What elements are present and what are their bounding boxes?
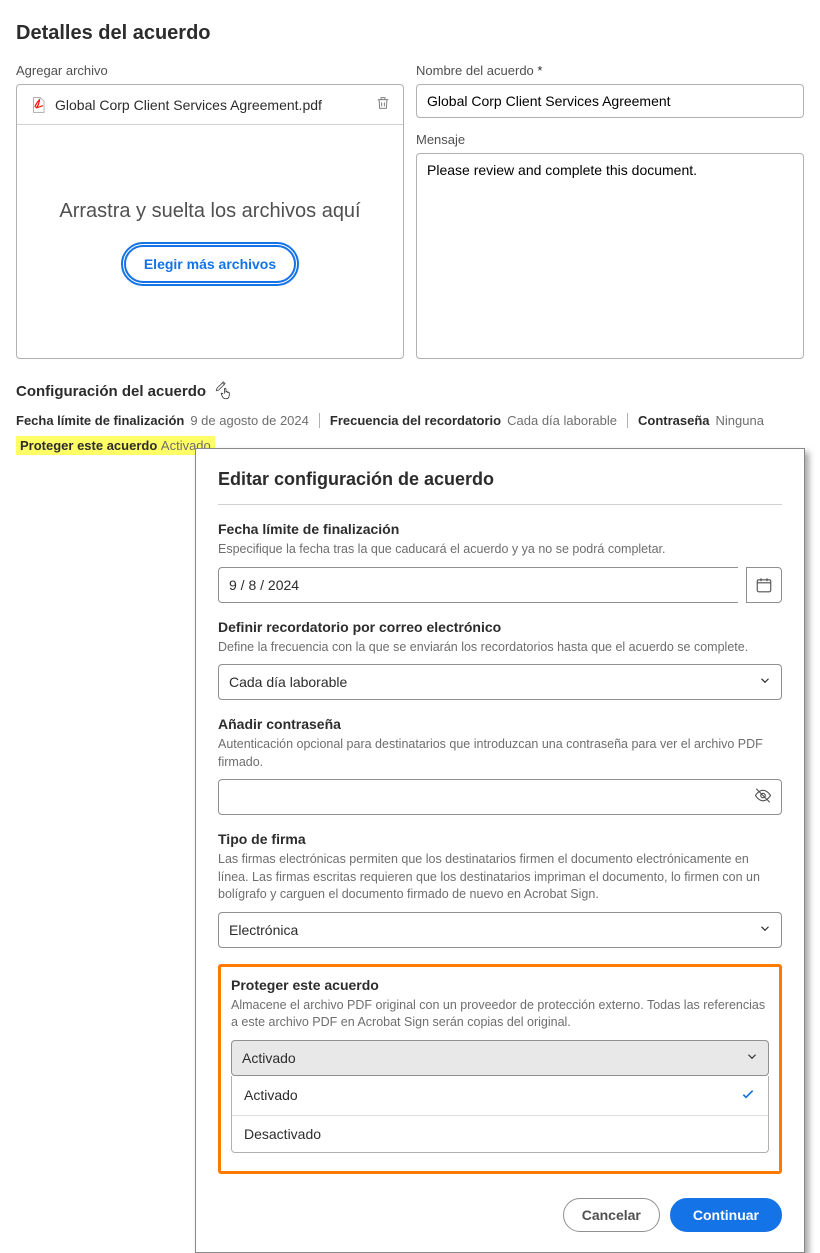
vault-label: Proteger este acuerdo: [231, 977, 769, 993]
cancel-button[interactable]: Cancelar: [563, 1198, 660, 1232]
check-icon: [740, 1086, 756, 1105]
file-dropzone[interactable]: Global Corp Client Services Agreement.pd…: [16, 84, 404, 359]
drop-text: Arrastra y suelta los archivos aquí: [59, 200, 360, 223]
message-textarea[interactable]: [416, 153, 804, 359]
password-input[interactable]: [218, 779, 782, 815]
vault-select[interactable]: Activado: [231, 1040, 769, 1076]
password-desc: Autenticación opcional para destinatario…: [218, 736, 782, 771]
agreement-name-input[interactable]: [416, 84, 804, 118]
continue-button[interactable]: Continuar: [670, 1198, 782, 1232]
vault-highlight-box: Proteger este acuerdo Almacene el archiv…: [218, 964, 782, 1174]
file-row: Global Corp Client Services Agreement.pd…: [17, 85, 403, 125]
deadline-label: Fecha límite de finalización: [218, 521, 782, 537]
password-label: Añadir contraseña: [218, 716, 782, 732]
pdf-icon: [29, 96, 47, 114]
deadline-desc: Especifique la fecha tras la que caducar…: [218, 541, 782, 559]
cursor-hand-icon: [219, 385, 233, 406]
config-heading: Configuración del acuerdo: [16, 383, 206, 400]
vault-desc: Almacene el archivo PDF original con un …: [231, 997, 769, 1032]
trash-icon[interactable]: [375, 95, 391, 114]
vault-option-activado[interactable]: Activado: [232, 1076, 768, 1116]
config-summary-row1: Fecha límite de finalización9 de agosto …: [16, 413, 804, 428]
sigtype-select[interactable]: Electrónica: [218, 912, 782, 948]
reminder-desc: Define la frecuencia con la que se envia…: [218, 639, 782, 657]
eye-off-icon[interactable]: [754, 787, 772, 808]
drop-area[interactable]: Arrastra y suelta los archivos aquí Eleg…: [17, 125, 403, 358]
file-name: Global Corp Client Services Agreement.pd…: [55, 97, 375, 113]
vault-option-desactivado[interactable]: Desactivado: [232, 1116, 768, 1152]
deadline-input[interactable]: 9 / 8 / 2024: [218, 567, 738, 603]
page-title: Detalles del acuerdo: [16, 22, 804, 45]
sigtype-label: Tipo de firma: [218, 831, 782, 847]
calendar-button[interactable]: [746, 567, 782, 603]
choose-files-button[interactable]: Elegir más archivos: [124, 245, 296, 283]
agreement-name-label: Nombre del acuerdo *: [416, 63, 804, 78]
panel-title: Editar configuración de acuerdo: [218, 469, 782, 490]
edit-settings-panel: Editar configuración de acuerdo Fecha lí…: [195, 448, 805, 1253]
edit-config-icon[interactable]: [214, 379, 238, 403]
reminder-label: Definir recordatorio por correo electrón…: [218, 619, 782, 635]
reminder-select[interactable]: Cada día laborable: [218, 664, 782, 700]
message-label: Mensaje: [416, 132, 804, 147]
divider: [218, 504, 782, 505]
vault-options-list: Activado Desactivado: [231, 1076, 769, 1153]
add-file-label: Agregar archivo: [16, 63, 404, 78]
sigtype-desc: Las firmas electrónicas permiten que los…: [218, 851, 782, 904]
required-star: *: [537, 63, 542, 78]
